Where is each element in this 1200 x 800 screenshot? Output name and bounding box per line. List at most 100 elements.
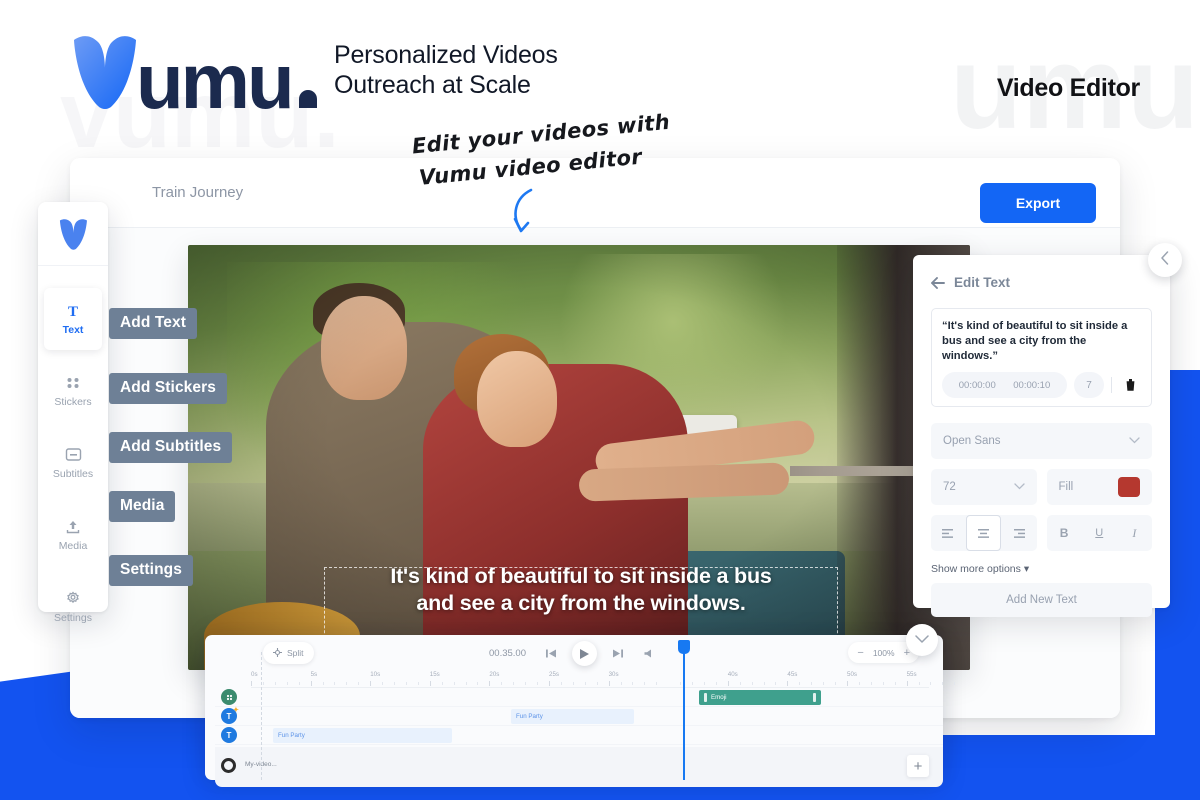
show-more-options-label: Show more options bbox=[931, 563, 1021, 575]
play-button[interactable] bbox=[571, 641, 597, 666]
ruler-minor-tick bbox=[858, 682, 860, 685]
timeline-ruler[interactable]: 0s 5s 10s 15s 20s 25s 30s 40s 45s 50s 55s bbox=[251, 671, 956, 688]
skip-back-icon[interactable] bbox=[541, 644, 561, 664]
subtitle-line-2: and see a city from the windows. bbox=[416, 591, 746, 615]
sidebar-item-label: Settings bbox=[54, 611, 92, 624]
ruler-minor-tick bbox=[918, 682, 920, 685]
svg-text:umu: umu bbox=[136, 37, 292, 116]
clip-handle-left[interactable] bbox=[704, 693, 707, 702]
ruler-minor-tick bbox=[930, 682, 932, 685]
edit-text-panel-header: Edit Text bbox=[931, 275, 1152, 290]
tagline-line-2: Outreach at Scale bbox=[334, 71, 531, 99]
text-item-card[interactable]: “It's kind of beautiful to sit inside a … bbox=[931, 308, 1152, 407]
callout-add-stickers: Add Stickers bbox=[109, 373, 227, 404]
ruler-minor-tick bbox=[334, 682, 336, 685]
volume-icon[interactable] bbox=[639, 644, 659, 664]
tool-sidebar: T Text Stickers Subtitles Media Settings bbox=[38, 202, 108, 624]
sidebar-item-stickers[interactable]: Stickers bbox=[44, 360, 102, 422]
trash-icon[interactable] bbox=[1119, 378, 1141, 392]
ruler-minor-tick bbox=[394, 682, 396, 685]
track-row[interactable]: T Fun Party bbox=[215, 726, 943, 745]
sidebar-item-media[interactable]: Media bbox=[44, 504, 102, 566]
ruler-minor-tick bbox=[346, 682, 348, 685]
zoom-out-button[interactable]: − bbox=[857, 647, 863, 659]
align-left-icon[interactable] bbox=[931, 515, 966, 551]
subtitles-box-icon bbox=[65, 446, 82, 463]
ruler-minor-tick bbox=[870, 682, 872, 685]
gear-icon bbox=[65, 590, 81, 607]
chevron-left-icon bbox=[1160, 250, 1170, 270]
callout-add-subtitles: Add Subtitles bbox=[109, 432, 233, 463]
underline-button[interactable]: U bbox=[1082, 515, 1117, 551]
add-media-button[interactable]: + bbox=[907, 755, 929, 777]
ruler-minor-tick bbox=[954, 682, 956, 685]
sidebar-item-label: Media bbox=[58, 539, 88, 552]
ruler-minor-tick bbox=[453, 682, 455, 685]
fill-color-swatch[interactable] bbox=[1118, 477, 1140, 497]
ruler-minor-tick bbox=[286, 682, 288, 685]
timeline-panel: Split 00.35.00 − 100% + 0s 5s 10s 15s 20s 25s… bbox=[205, 635, 956, 787]
callout-settings: Settings bbox=[109, 555, 193, 586]
timeline-clip[interactable]: Fun Party bbox=[511, 709, 634, 724]
sidebar-item-text[interactable]: T Text bbox=[44, 288, 102, 350]
track-row[interactable]: Emoji bbox=[215, 688, 943, 707]
page-title: Video Editor bbox=[996, 74, 1140, 102]
font-family-value: Open Sans bbox=[943, 435, 1001, 447]
vumu-logo-icon: umu bbox=[74, 36, 317, 116]
arrow-left-icon[interactable] bbox=[931, 276, 945, 289]
upload-icon bbox=[65, 519, 81, 535]
ruler-minor-tick bbox=[811, 682, 813, 685]
panel-collapse-button[interactable] bbox=[1148, 243, 1182, 277]
ruler-minor-tick bbox=[739, 682, 741, 685]
timeline-clip[interactable]: Fun Party bbox=[273, 728, 452, 743]
sidebar-item-label: Subtitles bbox=[52, 468, 94, 480]
ruler-tick: 0s bbox=[251, 671, 258, 686]
split-button[interactable]: Split bbox=[263, 642, 314, 664]
ruler-minor-tick bbox=[417, 682, 419, 685]
edit-text-panel: Edit Text “It's kind of beautiful to sit… bbox=[913, 255, 1170, 617]
divider bbox=[1111, 377, 1112, 393]
timeline-playhead[interactable] bbox=[678, 640, 690, 780]
ruler-tick: 40s bbox=[727, 671, 738, 686]
italic-button[interactable]: I bbox=[1117, 515, 1152, 551]
export-button[interactable]: Export bbox=[980, 183, 1096, 223]
video-preview[interactable]: It's kind of beautiful to sit inside a b… bbox=[188, 245, 970, 670]
text-item-timing[interactable]: 00:00:00 00:00:10 bbox=[942, 372, 1067, 398]
clip-handle-right[interactable] bbox=[813, 693, 816, 702]
sidebar-item-settings[interactable]: Settings bbox=[44, 576, 102, 638]
ruler-minor-tick bbox=[835, 682, 837, 685]
text-track-icon-starred: T ✦ bbox=[221, 707, 239, 724]
font-size-select[interactable]: 72 bbox=[931, 469, 1037, 505]
ruler-minor-tick bbox=[525, 682, 527, 685]
media-track[interactable]: My-video... + bbox=[215, 747, 943, 787]
timeline-toolbar: Split 00.35.00 − 100% + bbox=[205, 635, 943, 671]
vumu-logo: umu bbox=[68, 28, 318, 116]
ruler-tick: 55s bbox=[906, 671, 917, 686]
ruler-minor-tick bbox=[942, 682, 944, 685]
callout-media: Media bbox=[109, 491, 176, 522]
align-center-icon[interactable] bbox=[966, 515, 1002, 551]
timeline-collapse-button[interactable] bbox=[906, 624, 938, 656]
track-row[interactable]: T ✦ Fun Party bbox=[215, 707, 943, 726]
show-more-options-toggle[interactable]: Show more options ▾ bbox=[931, 563, 1152, 575]
ruler-minor-tick bbox=[715, 682, 717, 685]
ruler-minor-tick bbox=[763, 682, 765, 685]
video-reel-icon bbox=[221, 758, 236, 773]
text-item-meta: 00:00:00 00:00:10 7 bbox=[942, 372, 1141, 398]
timeline-clip[interactable]: Emoji bbox=[699, 690, 821, 705]
ruler-minor-tick bbox=[441, 682, 443, 685]
caret-down-icon: ▾ bbox=[1023, 563, 1030, 575]
font-family-select[interactable]: Open Sans bbox=[931, 423, 1152, 459]
skip-forward-icon[interactable] bbox=[608, 644, 628, 664]
ruler-tick: 50s bbox=[847, 671, 857, 686]
fill-color-picker[interactable]: Fill bbox=[1046, 469, 1152, 505]
add-new-text-button[interactable]: Add New Text bbox=[931, 583, 1152, 617]
sidebar-item-label: Stickers bbox=[54, 395, 92, 408]
sidebar-item-subtitles[interactable]: Subtitles bbox=[44, 432, 102, 494]
align-right-icon[interactable] bbox=[1001, 515, 1036, 551]
ruler-minor-tick bbox=[644, 682, 646, 685]
bold-button[interactable]: B bbox=[1047, 515, 1082, 551]
ruler-minor-tick bbox=[298, 682, 300, 685]
ruler-minor-tick bbox=[513, 682, 515, 685]
tool-sidebar-items: T Text Stickers Subtitles Media Settings bbox=[38, 266, 108, 638]
